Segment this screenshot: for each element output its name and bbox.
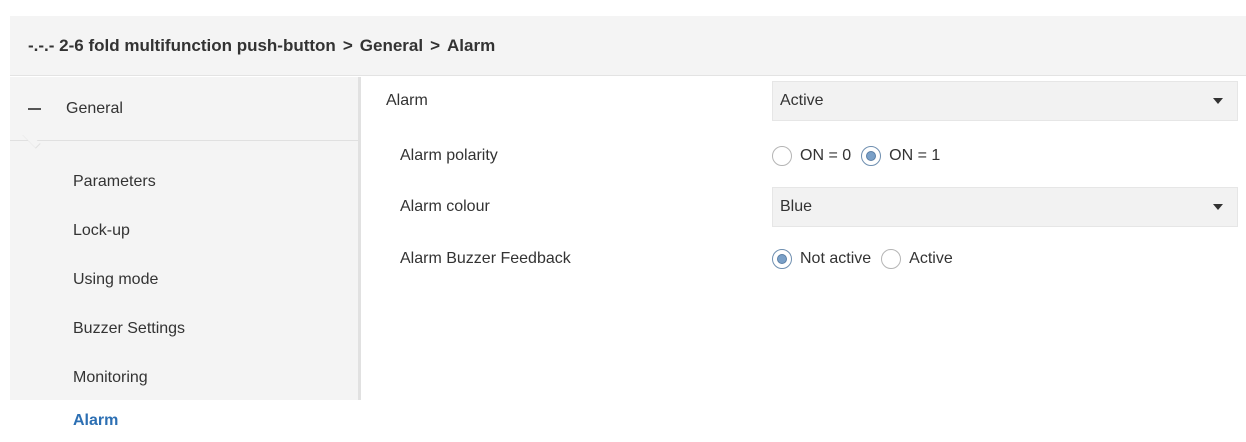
alarm-select[interactable]: Active [772,81,1238,121]
alarm-buzzer-feedback-radio-group: Not active Active [772,239,953,279]
breadcrumb-separator: > [430,35,441,55]
param-row-alarm-colour: Alarm colour Blue [0,187,1246,227]
top-strip [0,0,1246,10]
param-row-alarm: Alarm Active [0,81,1246,121]
sidebar-item-label: Buzzer Settings [73,319,186,337]
breadcrumb-page: Alarm [447,35,496,55]
alarm-label: Alarm [386,92,428,109]
param-row-alarm-polarity: Alarm polarity ON = 0 ON = 1 [0,136,1246,176]
alarm-select-value: Active [780,92,824,109]
radio-label: Active [909,250,953,267]
sidebar-item-label: Monitoring [73,368,148,386]
radio-label: ON = 1 [889,147,941,164]
sidebar-item-monitoring[interactable]: Monitoring [10,353,358,402]
sidebar-item-label: Alarm [73,412,119,429]
breadcrumb-device: -.-.- 2-6 fold multifunction push-button [28,35,336,55]
param-row-alarm-buzzer-feedback: Alarm Buzzer Feedback Not active Active [0,239,1246,279]
alarm-colour-select[interactable]: Blue [772,187,1238,227]
radio-unchecked-icon[interactable] [772,146,792,166]
radio-dot [777,254,787,264]
breadcrumb: -.-.- 2-6 fold multifunction push-button… [10,16,1246,76]
sidebar-item-buzzer-settings[interactable]: Buzzer Settings [10,304,358,353]
breadcrumb-section: General [359,35,424,55]
radio-not-active[interactable]: Not active [772,249,871,269]
chevron-down-icon [1213,204,1223,210]
alarm-colour-label: Alarm colour [400,198,490,215]
alarm-polarity-radio-group: ON = 0 ON = 1 [772,136,940,176]
radio-checked-icon[interactable] [772,249,792,269]
radio-on-1[interactable]: ON = 1 [861,146,940,166]
alarm-polarity-label: Alarm polarity [400,147,498,164]
chevron-down-icon [1213,98,1223,104]
alarm-buzzer-feedback-label: Alarm Buzzer Feedback [400,250,571,267]
radio-active[interactable]: Active [881,249,953,269]
radio-checked-icon[interactable] [861,146,882,166]
sidebar-item-alarm[interactable]: Alarm [10,400,361,442]
radio-on-0[interactable]: ON = 0 [772,146,851,166]
alarm-colour-select-value: Blue [780,198,813,215]
breadcrumb-separator: > [342,35,353,55]
radio-label: ON = 0 [800,147,852,164]
radio-unchecked-icon[interactable] [881,249,902,269]
radio-label: Not active [800,250,872,267]
radio-dot [866,151,877,161]
